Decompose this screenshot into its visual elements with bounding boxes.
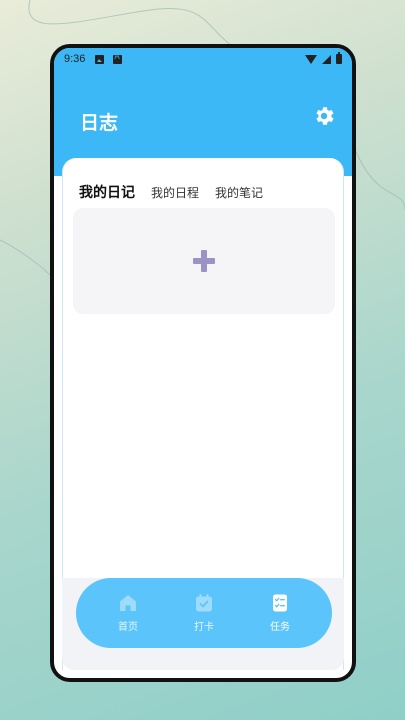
- status-bar: 9:36: [54, 48, 352, 70]
- image-icon: [95, 54, 105, 64]
- phone-frame: 9:36 日志 我的日记 我的日程 我的笔记: [50, 44, 356, 682]
- plus-icon: [193, 250, 215, 272]
- nav-label-checkin: 打卡: [194, 622, 214, 633]
- battery-icon: [336, 52, 342, 64]
- page-title: 日志: [80, 112, 119, 134]
- nav-item-home[interactable]: 首页: [98, 593, 158, 633]
- bottom-nav: 首页 打卡 任务: [76, 578, 332, 648]
- home-icon: [120, 595, 136, 611]
- nav-label-home: 首页: [118, 622, 138, 633]
- wifi-icon: [305, 54, 317, 64]
- add-entry-button[interactable]: [73, 208, 335, 314]
- calendar-check-icon: [196, 594, 212, 612]
- checklist-icon: [273, 594, 287, 612]
- tab-bar: 我的日记 我的日程 我的笔记: [79, 182, 279, 202]
- gear-icon: [316, 107, 334, 125]
- nav-item-checkin[interactable]: 打卡: [174, 593, 234, 633]
- settings-button[interactable]: [312, 104, 336, 128]
- nav-label-tasks: 任务: [270, 622, 290, 633]
- tab-my-diary[interactable]: 我的日记: [79, 182, 135, 202]
- nav-item-tasks[interactable]: 任务: [250, 593, 310, 633]
- status-time: 9:36: [64, 53, 86, 65]
- tab-my-schedule[interactable]: 我的日程: [151, 184, 199, 201]
- status-right: [305, 52, 342, 64]
- tab-my-notes[interactable]: 我的笔记: [215, 184, 263, 201]
- signal-icon: [322, 54, 331, 64]
- a-icon: [113, 52, 123, 64]
